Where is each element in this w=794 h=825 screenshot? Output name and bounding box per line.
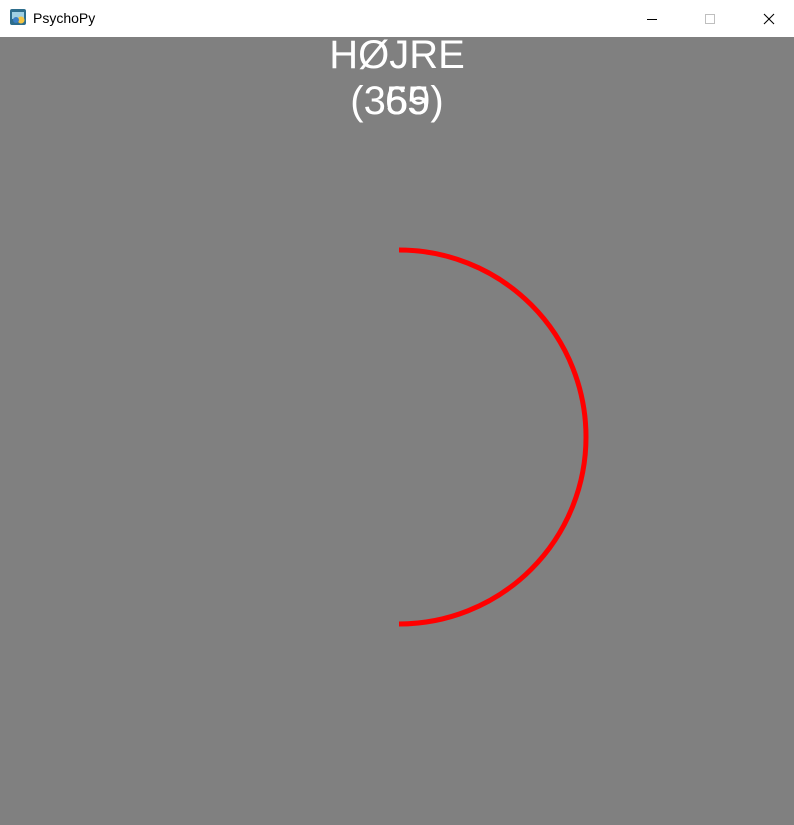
window-title: PsychoPy bbox=[33, 10, 96, 26]
maximize-icon bbox=[705, 13, 715, 24]
stimulus-canvas: HØJRE (359) 65 bbox=[0, 33, 794, 825]
red-semicircle-arc bbox=[398, 247, 589, 627]
minimize-icon bbox=[647, 18, 657, 20]
close-icon bbox=[763, 13, 775, 24]
psychopy-icon bbox=[10, 9, 26, 25]
